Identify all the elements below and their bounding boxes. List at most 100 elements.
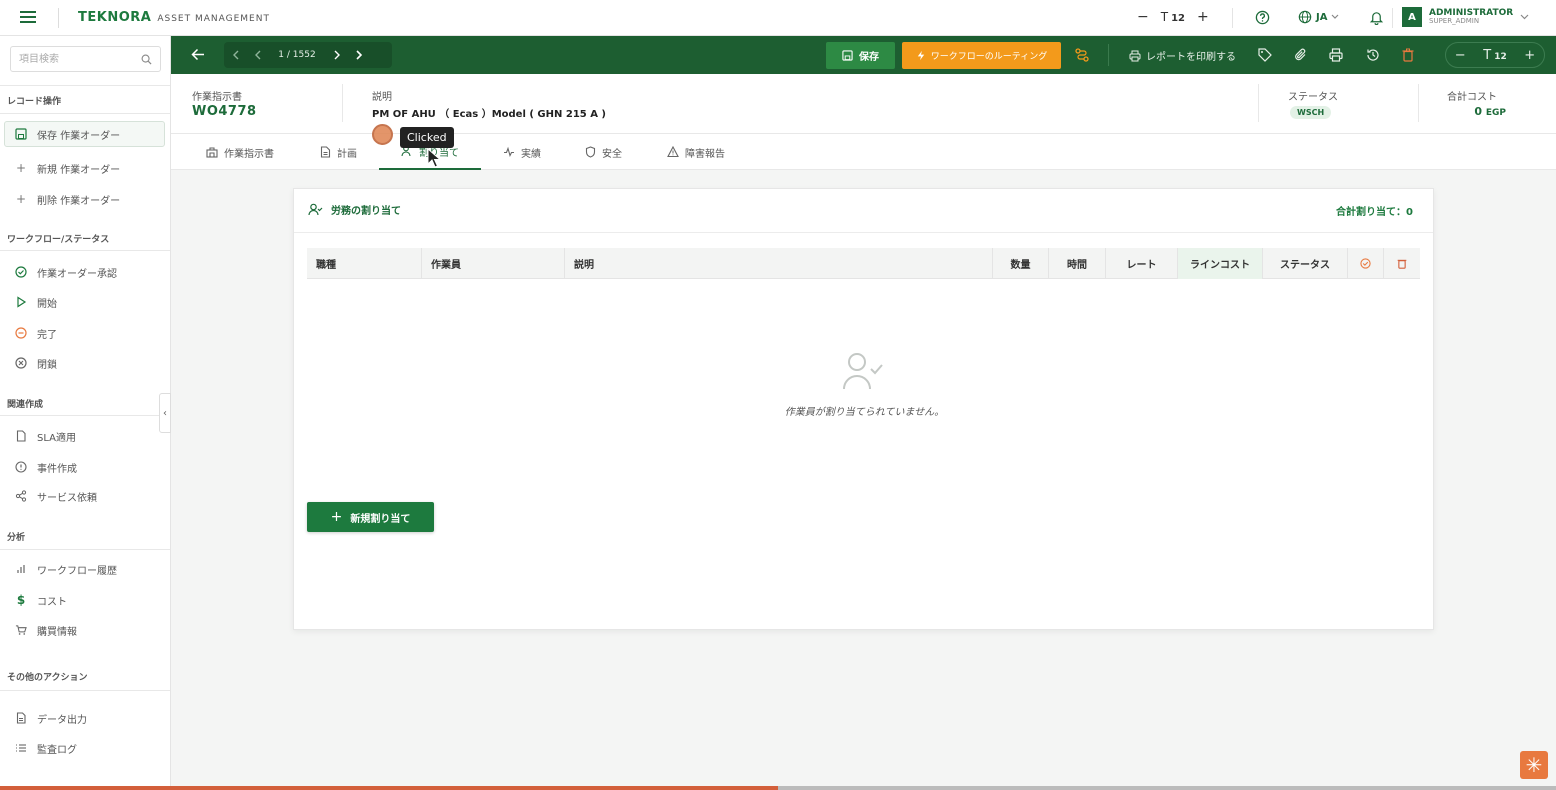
tab-safety[interactable]: 安全 xyxy=(585,134,622,170)
save-button-label: 保存 xyxy=(859,52,879,63)
sidebar-item-approve[interactable]: 作業オーダー承認 xyxy=(15,264,117,280)
first-record-icon[interactable] xyxy=(224,42,246,68)
column-header[interactable]: ステータス xyxy=(1263,248,1348,279)
user-info: ADMINISTRATOR SUPER_ADMIN xyxy=(1429,9,1513,25)
divider xyxy=(0,85,170,86)
sidebar-item-new[interactable]: + 新規 作業オーダー xyxy=(15,160,120,176)
trash-icon[interactable] xyxy=(1402,48,1414,62)
dollar-icon: $ xyxy=(16,593,26,607)
section-related: 関連作成 xyxy=(7,400,44,410)
divider xyxy=(0,113,170,114)
close-circle-icon xyxy=(15,357,27,369)
tag-icon[interactable] xyxy=(1258,48,1272,62)
shield-icon xyxy=(585,146,596,158)
search-input[interactable] xyxy=(11,47,131,71)
total-cost-label: 合計コスト xyxy=(1447,92,1497,103)
tab-failure-report[interactable]: 障害報告 xyxy=(667,134,725,170)
divider xyxy=(0,415,170,416)
sidebar-item-sla[interactable]: SLA適用 xyxy=(15,428,76,444)
language-code: JA xyxy=(1316,11,1328,23)
column-header[interactable]: 数量 xyxy=(993,248,1049,279)
section-record-ops: レコード操作 xyxy=(7,97,62,107)
column-approve-header[interactable] xyxy=(1348,248,1384,279)
help-icon[interactable] xyxy=(1255,10,1270,25)
divider xyxy=(342,84,343,122)
lightning-icon xyxy=(916,50,926,61)
sidebar-item-delete[interactable]: + 削除 作業オーダー xyxy=(15,191,120,207)
history-icon[interactable] xyxy=(1366,48,1380,62)
font-decrease-button[interactable]: − xyxy=(1455,48,1466,63)
font-icon: T xyxy=(1483,47,1492,63)
sidebar-item-purchase[interactable]: 購買情報 xyxy=(15,622,77,638)
description-value: PM OF AHU （ Ecas ）Model ( GHN 215 A ) xyxy=(372,109,607,120)
attachment-icon[interactable] xyxy=(1294,48,1308,62)
printer-icon[interactable] xyxy=(1329,48,1343,62)
printer-icon xyxy=(1129,50,1141,62)
back-arrow-icon[interactable] xyxy=(191,48,205,61)
tab-label: 障害報告 xyxy=(685,148,725,160)
print-report-button[interactable]: レポートを印刷する xyxy=(1129,48,1236,63)
sidebar-item-workflow-history[interactable]: ワークフロー履歴 xyxy=(15,561,117,577)
document-icon xyxy=(320,146,331,158)
toolbar-font-size-control: − T 12 + xyxy=(1445,42,1545,68)
sidebar-item-incident[interactable]: 事件作成 xyxy=(15,459,77,475)
prev-record-icon[interactable] xyxy=(246,42,268,68)
column-header[interactable]: ラインコスト xyxy=(1178,248,1263,279)
column-header[interactable]: 説明 xyxy=(565,248,993,279)
bell-icon[interactable] xyxy=(1369,10,1384,25)
tab-plan[interactable]: 計画 xyxy=(320,134,357,170)
font-increase-button[interactable]: + xyxy=(1524,48,1535,63)
last-record-icon[interactable] xyxy=(348,42,370,68)
wo-number: WO4778 xyxy=(192,104,257,119)
building-icon xyxy=(206,146,218,158)
tab-actuals[interactable]: 実績 xyxy=(503,134,541,170)
search-icon[interactable] xyxy=(141,54,152,65)
sidebar-item-complete[interactable]: 完了 xyxy=(15,325,57,341)
tab-work-order[interactable]: 作業指示書 xyxy=(206,134,274,170)
section-other: その他のアクション xyxy=(7,673,88,683)
wo-number-wrap: WO4778 xyxy=(192,104,257,119)
column-header[interactable]: 時間 xyxy=(1049,248,1106,279)
sidebar-item-label: サービス依頼 xyxy=(37,492,97,504)
column-header[interactable]: 作業員 xyxy=(422,248,565,279)
column-header[interactable]: レート xyxy=(1106,248,1178,279)
font-decrease-button[interactable]: − xyxy=(1137,9,1149,25)
user-menu[interactable]: A ADMINISTRATOR SUPER_ADMIN xyxy=(1402,7,1529,27)
workflow-routing-button[interactable]: ワークフローのルーティング xyxy=(902,42,1061,69)
sidebar-item-save[interactable]: 保存 作業オーダー xyxy=(15,126,120,142)
font-increase-button[interactable]: + xyxy=(1197,9,1209,25)
description-label: 説明 xyxy=(372,92,392,103)
column-header[interactable]: 職種 xyxy=(307,248,422,279)
sidebar-item-audit[interactable]: 監査ログ xyxy=(15,740,77,756)
file-icon xyxy=(15,712,27,724)
save-button[interactable]: 保存 xyxy=(826,42,895,69)
check-circle-icon xyxy=(15,266,27,278)
sidebar-item-close[interactable]: 閉鎖 xyxy=(15,355,57,371)
divider xyxy=(0,549,170,550)
font-size-indicator: T 12 xyxy=(1483,48,1506,63)
menu-icon[interactable] xyxy=(20,10,38,26)
sidebar-item-start[interactable]: 開始 xyxy=(15,294,57,310)
bar-chart-icon xyxy=(15,563,27,575)
click-tooltip: Clicked xyxy=(400,127,454,148)
sidebar-item-label: コスト xyxy=(37,596,67,608)
sidebar-item-service[interactable]: サービス依頼 xyxy=(15,488,97,504)
sidebar-item-label: 保存 作業オーダー xyxy=(37,130,121,142)
sidebar-item-cost[interactable]: $ コスト xyxy=(15,592,67,608)
next-record-icon[interactable] xyxy=(326,42,348,68)
language-selector[interactable]: JA xyxy=(1298,10,1339,24)
new-assignment-button[interactable]: + 新規割り当て xyxy=(307,502,434,532)
font-size-value: 12 xyxy=(1171,13,1185,24)
route-icon[interactable] xyxy=(1075,48,1089,62)
plus-icon: + xyxy=(15,192,27,206)
total-assignments: 合計割り当て：0 xyxy=(1336,207,1413,218)
column-delete-header[interactable] xyxy=(1384,248,1420,279)
record-pager: 1 / 1552 xyxy=(224,42,392,68)
divider xyxy=(58,8,59,28)
progress-bar xyxy=(0,786,1556,790)
sidebar-collapse-button[interactable]: ‹ xyxy=(159,393,171,433)
sparkle-icon[interactable]: ✳ xyxy=(1520,751,1548,779)
trash-icon xyxy=(1397,258,1407,269)
cost-amount: 0 xyxy=(1474,105,1483,118)
sidebar-item-export[interactable]: データ出力 xyxy=(15,710,87,726)
